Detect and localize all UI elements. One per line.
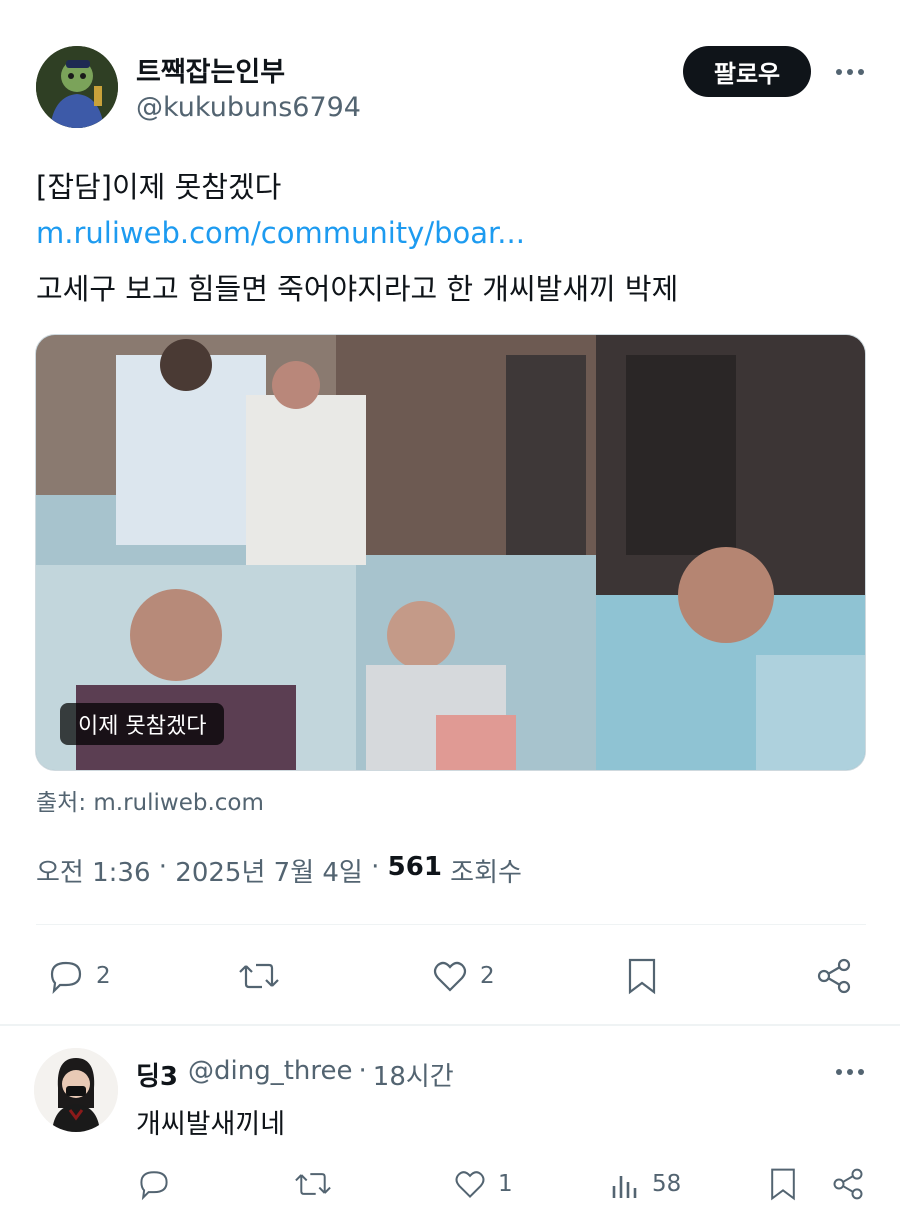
media-source[interactable]: 출처: m.ruliweb.com	[36, 783, 264, 817]
tweet-date[interactable]: 2025년 7월 4일	[175, 852, 363, 889]
reply-time[interactable]: 18시간	[373, 1056, 454, 1093]
share-icon	[817, 958, 851, 994]
bookmark-button[interactable]	[766, 1166, 800, 1202]
reply-separator: ·	[358, 1056, 367, 1086]
follow-button[interactable]: 팔로우	[683, 46, 811, 97]
views-label: 조회수	[441, 858, 522, 888]
retweet-button[interactable]	[292, 1166, 344, 1202]
reply-icon	[140, 1171, 168, 1201]
like-count: 1	[498, 1171, 513, 1197]
author-display-name[interactable]: 트짹잡는인부	[136, 50, 285, 89]
more-options-icon[interactable]	[830, 56, 870, 88]
tweet-text-line: [잡담]이제 못참겠다	[36, 170, 282, 204]
reply-author-avatar[interactable]	[34, 1048, 118, 1132]
tweet-text-line: 고세구 보고 힘들면 죽어야지라고 한 개씨발새끼 박제	[36, 272, 679, 306]
more-options-icon[interactable]	[830, 1056, 870, 1088]
reply-button[interactable]	[136, 1166, 182, 1202]
meta-separator: ·	[150, 852, 176, 882]
share-icon	[833, 1168, 863, 1200]
divider	[0, 1024, 900, 1026]
media-caption-badge: 이제 못참겠다	[60, 703, 225, 745]
bookmark-icon	[771, 1168, 795, 1201]
reply-text: 개씨발새끼네	[136, 1109, 286, 1140]
retweet-icon	[295, 1173, 331, 1195]
reply-handle[interactable]: @ding_three	[188, 1056, 353, 1093]
meta-separator: ·	[362, 852, 388, 882]
tweet-link[interactable]: m.ruliweb.com/community/boar...	[36, 216, 525, 250]
retweet-button[interactable]	[236, 956, 292, 996]
retweet-icon	[239, 963, 279, 989]
heart-icon	[433, 961, 467, 992]
reply-button[interactable]: 2	[46, 956, 111, 996]
bookmark-icon	[628, 958, 656, 995]
views-button[interactable]: 58	[610, 1166, 681, 1202]
reply-count: 2	[96, 963, 111, 989]
share-button[interactable]	[830, 1166, 866, 1202]
bookmark-button[interactable]	[624, 956, 660, 996]
reply-header: 딩3 @ding_three · 18시간	[136, 1056, 454, 1093]
tweet-meta: 오전 1:36 · 2025년 7월 4일 · 561 조회수	[36, 852, 522, 889]
like-button[interactable]: 1	[452, 1166, 513, 1202]
views-count: 561	[387, 852, 442, 882]
reply-display-name[interactable]: 딩3	[136, 1056, 178, 1093]
like-count: 2	[480, 963, 495, 989]
tweet-time[interactable]: 오전 1:36	[36, 852, 151, 889]
reply-icon	[50, 961, 82, 995]
author-avatar[interactable]	[36, 46, 118, 128]
divider	[36, 924, 866, 925]
views-count: 58	[652, 1171, 682, 1197]
heart-icon	[455, 1171, 485, 1199]
author-handle[interactable]: @kukubuns6794	[136, 92, 361, 123]
like-button[interactable]: 2	[430, 956, 495, 996]
analytics-icon	[612, 1176, 637, 1198]
share-button[interactable]	[814, 956, 854, 996]
